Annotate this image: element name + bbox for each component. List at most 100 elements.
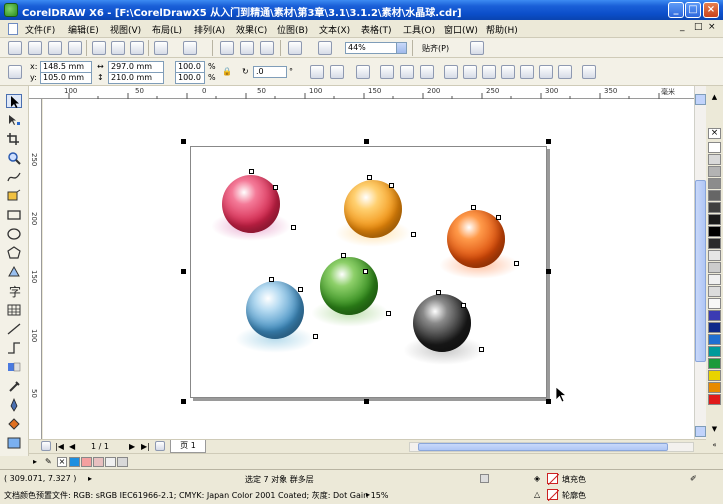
- coordinates-menu-icon[interactable]: ▸: [88, 474, 92, 483]
- ellipse-tool-icon[interactable]: [6, 227, 22, 241]
- scroll-down-arrow-icon[interactable]: [695, 426, 706, 437]
- outline-pen-tool-icon[interactable]: [6, 397, 22, 412]
- page-tab[interactable]: 页 1: [170, 440, 206, 453]
- palette-swatch[interactable]: [708, 334, 721, 345]
- object-node[interactable]: [514, 261, 519, 266]
- search-content-icon[interactable]: [220, 41, 234, 55]
- simplify-icon[interactable]: [501, 65, 515, 79]
- menu-edit[interactable]: 编辑(E): [68, 23, 99, 36]
- object-node[interactable]: [496, 215, 501, 220]
- palette-swatch[interactable]: [708, 262, 721, 273]
- zoom-tool-icon[interactable]: [6, 151, 22, 165]
- doc-palette-swatch[interactable]: [81, 457, 92, 467]
- add-page-icon[interactable]: [155, 441, 165, 451]
- palette-swatch[interactable]: [708, 226, 721, 237]
- basic-shapes-tool-icon[interactable]: [6, 265, 22, 279]
- blend-tool-icon[interactable]: [6, 360, 22, 374]
- welcome-screen-icon[interactable]: [318, 41, 332, 55]
- previous-page-icon[interactable]: ◀: [69, 442, 75, 451]
- cut-icon[interactable]: [92, 41, 106, 55]
- palette-swatch[interactable]: [708, 142, 721, 153]
- smart-fill-tool-icon[interactable]: [6, 189, 22, 203]
- intersect-icon[interactable]: [482, 65, 496, 79]
- palette-swatch[interactable]: [708, 394, 721, 405]
- crop-tool-icon[interactable]: [6, 132, 22, 146]
- connector-tool-icon[interactable]: [6, 341, 22, 355]
- rectangle-tool-icon[interactable]: [6, 208, 22, 222]
- options-icon[interactable]: [470, 41, 484, 55]
- doc-close-button[interactable]: ×: [708, 22, 716, 32]
- palette-swatch[interactable]: [708, 346, 721, 357]
- selection-handle[interactable]: [181, 399, 186, 404]
- shape-tool-icon[interactable]: [6, 113, 22, 127]
- pick-tool-icon[interactable]: [6, 94, 22, 108]
- palette-swatch[interactable]: [708, 202, 721, 213]
- object-node[interactable]: [249, 169, 254, 174]
- palette-swatch[interactable]: [708, 166, 721, 177]
- profile-menu-icon[interactable]: ▸: [366, 490, 370, 499]
- interactive-fill-tool-icon[interactable]: [6, 436, 22, 450]
- horizontal-ruler[interactable]: 100 50 0 50 100 150 200 250 300 350 毫米: [29, 86, 694, 99]
- doc-restore-button[interactable]: □: [694, 22, 703, 32]
- doc-no-color-swatch[interactable]: ×: [57, 457, 67, 467]
- doc-palette-swatch[interactable]: [93, 457, 104, 467]
- eyedropper-icon[interactable]: ✎: [45, 457, 52, 466]
- menu-tools[interactable]: 工具(O): [403, 23, 435, 36]
- doc-palette-menu-icon[interactable]: ▸: [33, 457, 37, 466]
- selection-handle[interactable]: [546, 269, 551, 274]
- text-tool-icon[interactable]: 字: [6, 284, 22, 299]
- lock-ratio-icon[interactable]: 🔒: [222, 67, 232, 76]
- export-icon[interactable]: [260, 41, 274, 55]
- snap-to-button[interactable]: 贴齐(P): [422, 43, 449, 54]
- selection-handle[interactable]: [181, 139, 186, 144]
- eyedropper-tool-icon[interactable]: [6, 379, 22, 393]
- outline-pen-small-icon[interactable]: △: [534, 490, 540, 499]
- close-button[interactable]: ×: [703, 2, 719, 18]
- crystal-ball-blue[interactable]: [246, 281, 304, 339]
- ungroup-all-icon[interactable]: [400, 65, 414, 79]
- palette-swatch[interactable]: [708, 298, 721, 309]
- menu-help[interactable]: 帮助(H): [486, 23, 518, 36]
- mirror-horizontal-icon[interactable]: [310, 65, 324, 79]
- crystal-ball-red[interactable]: [222, 175, 280, 233]
- object-node[interactable]: [269, 277, 274, 282]
- selection-handle[interactable]: [364, 399, 369, 404]
- undo-icon[interactable]: [154, 41, 168, 55]
- object-node[interactable]: [298, 287, 303, 292]
- horizontal-scrollbar[interactable]: [409, 442, 694, 452]
- fill-bucket-icon[interactable]: ◈: [534, 474, 540, 483]
- last-page-icon[interactable]: ▶|: [141, 442, 150, 451]
- mirror-vertical-icon[interactable]: [330, 65, 344, 79]
- palette-swatch[interactable]: [708, 154, 721, 165]
- maximize-button[interactable]: □: [685, 2, 701, 18]
- fill-tool-icon[interactable]: [6, 417, 22, 431]
- menu-window[interactable]: 窗口(W): [444, 23, 478, 36]
- object-node[interactable]: [341, 253, 346, 258]
- crystal-ball-green[interactable]: [320, 257, 378, 315]
- import-icon[interactable]: [240, 41, 254, 55]
- weld-icon[interactable]: [444, 65, 458, 79]
- menu-text[interactable]: 文本(X): [319, 23, 350, 36]
- coreldraw-app-icon[interactable]: [4, 3, 18, 17]
- palette-swatch[interactable]: [708, 370, 721, 381]
- zoom-level-combo[interactable]: 44%: [345, 42, 407, 54]
- vertical-ruler[interactable]: 250 200 150 100 50: [29, 99, 42, 439]
- outline-pen-icon[interactable]: ✐: [690, 474, 697, 483]
- color-profile-info[interactable]: 文档颜色预置文件: RGB: sRGB IEC61966-2.1; CMYK: …: [4, 490, 388, 501]
- palette-swatch[interactable]: [708, 286, 721, 297]
- page-size-icon[interactable]: [8, 65, 22, 79]
- group-icon[interactable]: [356, 65, 370, 79]
- scroll-up-arrow-icon[interactable]: [695, 94, 706, 105]
- redo-icon[interactable]: [183, 41, 197, 55]
- menu-effects[interactable]: 效果(C): [236, 23, 267, 36]
- create-boundary-icon[interactable]: [558, 65, 572, 79]
- menu-view[interactable]: 视图(V): [110, 23, 141, 36]
- object-node[interactable]: [273, 185, 278, 190]
- drawing-workspace[interactable]: [43, 99, 694, 439]
- document-icon[interactable]: [8, 23, 18, 35]
- menu-bitmaps[interactable]: 位图(B): [277, 23, 308, 36]
- palette-swatch[interactable]: [708, 310, 721, 321]
- new-document-icon[interactable]: [8, 41, 22, 55]
- horizontal-scroll-thumb[interactable]: [418, 443, 668, 451]
- freehand-tool-icon[interactable]: [6, 170, 22, 184]
